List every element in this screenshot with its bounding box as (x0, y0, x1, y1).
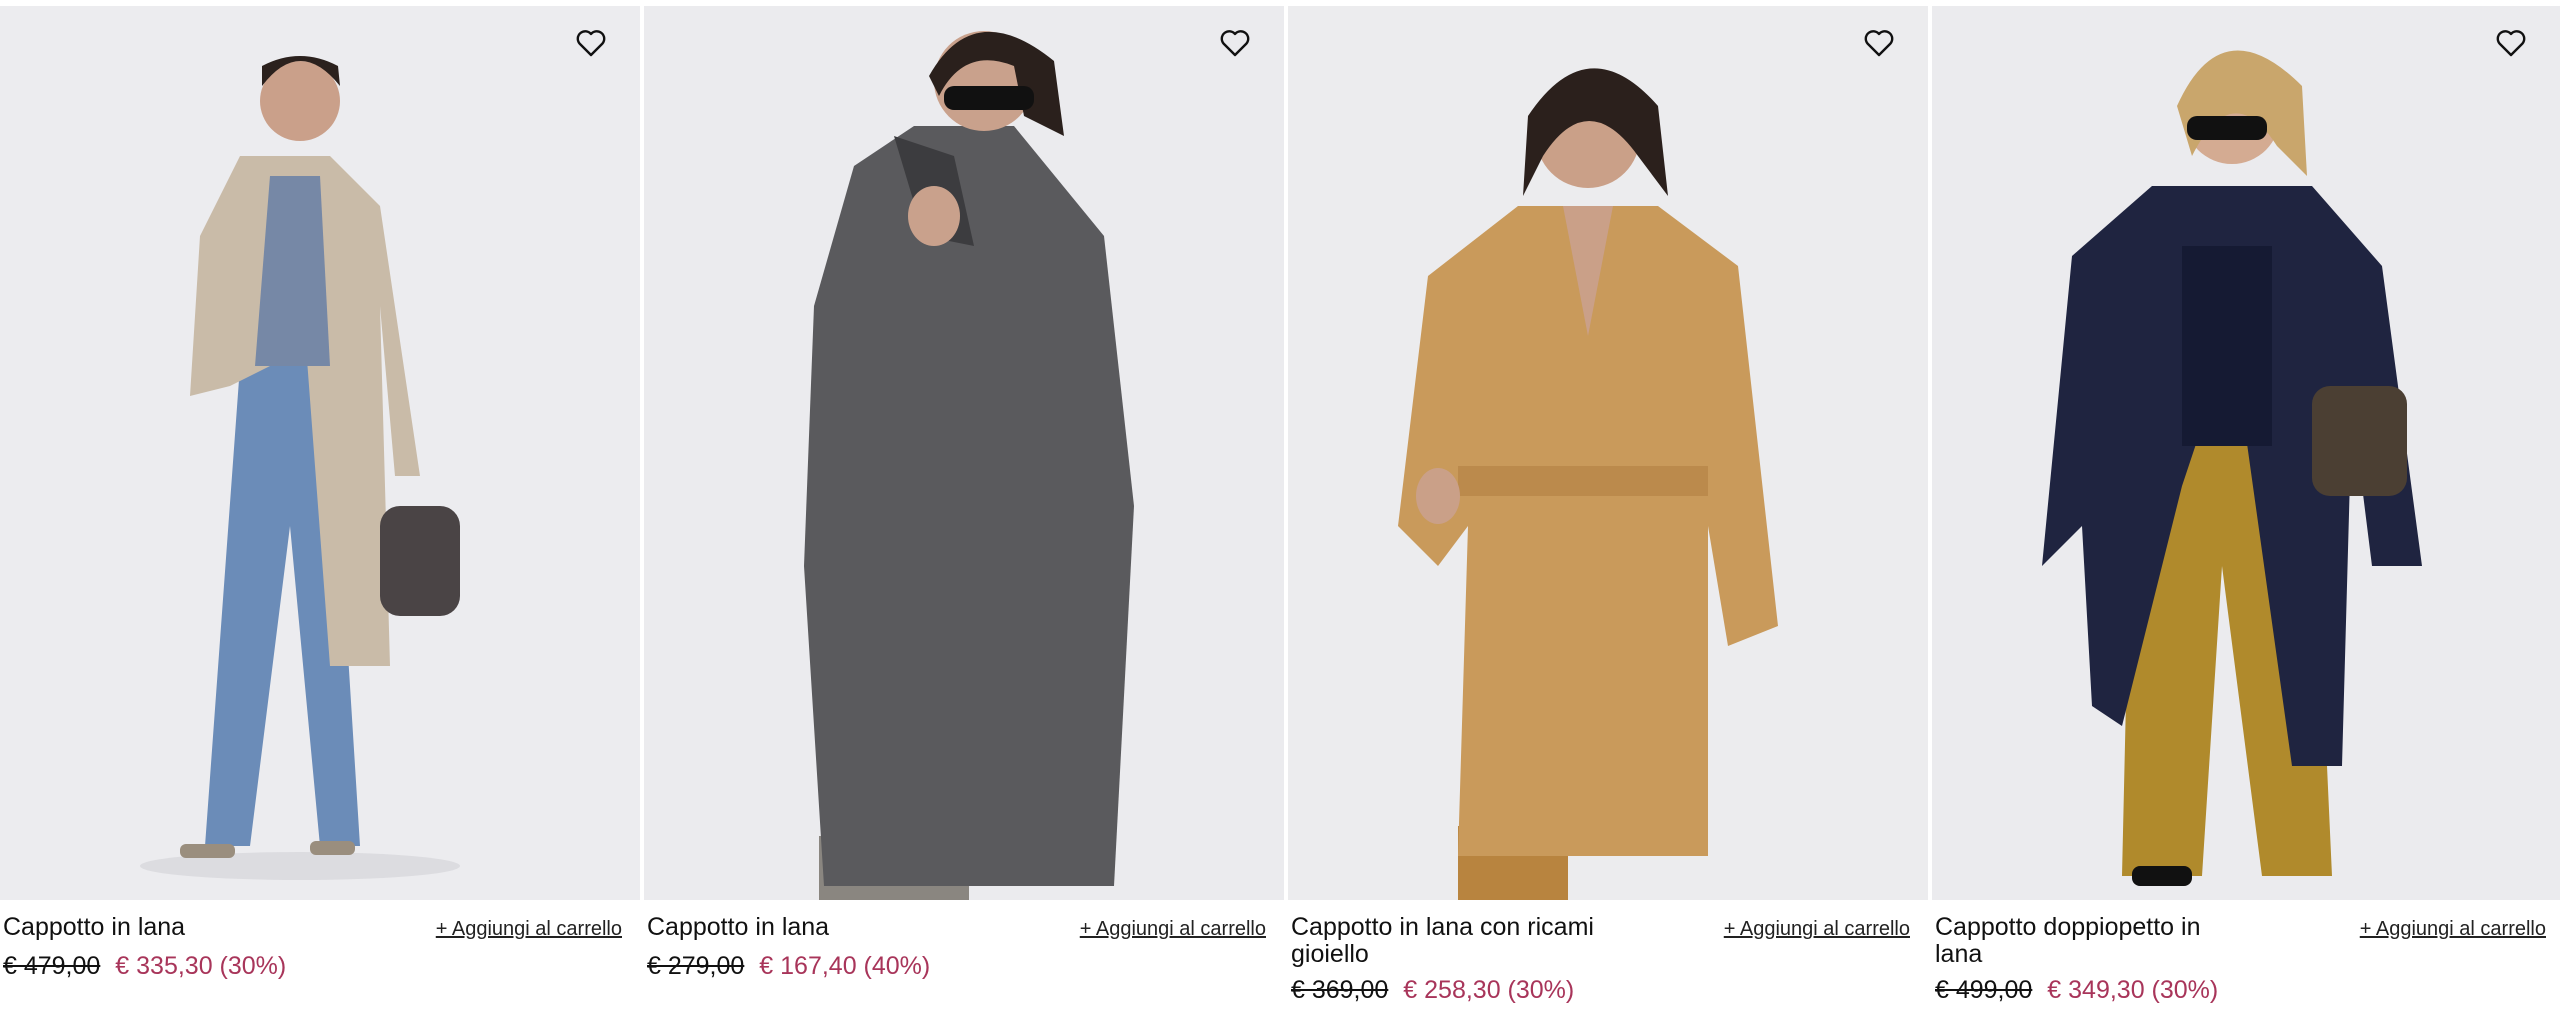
product-title[interactable]: Cappotto in lana (3, 914, 343, 941)
favorite-button[interactable] (2494, 26, 2528, 60)
original-price: € 479,00 (3, 952, 101, 980)
product-image[interactable] (644, 6, 1284, 900)
product-card[interactable]: Cappotto doppiopetto in lana + Aggiungi … (1932, 6, 2560, 1016)
favorite-button[interactable] (574, 26, 608, 60)
price-row: € 369,00 € 258,30 (30%) (1291, 976, 1574, 1005)
product-card[interactable]: Cappotto in lana + Aggiungi al carrello … (0, 6, 640, 1016)
heart-outline-icon (2496, 30, 2526, 57)
product-grid: Cappotto in lana + Aggiungi al carrello … (0, 6, 2560, 1016)
original-price: € 499,00 (1935, 976, 2033, 1004)
price-row: € 499,00 € 349,30 (30%) (1935, 976, 2218, 1005)
product-photo (1932, 6, 2560, 900)
sale-price: € 335,30 (30%) (115, 952, 287, 980)
product-photo (0, 6, 640, 900)
original-price: € 369,00 (1291, 976, 1389, 1004)
original-price: € 279,00 (647, 952, 745, 980)
product-title[interactable]: Cappotto in lana (647, 914, 987, 941)
heart-outline-icon (1220, 30, 1250, 57)
product-image[interactable] (0, 6, 640, 900)
product-title[interactable]: Cappotto doppiopetto in lana (1935, 914, 2235, 968)
add-to-cart-link[interactable]: + Aggiungi al carrello (1724, 918, 1910, 941)
heart-outline-icon (576, 30, 606, 57)
product-card[interactable]: Cappotto in lana con ricami gioiello + A… (1288, 6, 1928, 1016)
product-image[interactable] (1932, 6, 2560, 900)
sale-price: € 258,30 (30%) (1403, 976, 1575, 1004)
sale-price: € 167,40 (40%) (759, 952, 931, 980)
product-photo (644, 6, 1284, 900)
product-card[interactable]: Cappotto in lana + Aggiungi al carrello … (644, 6, 1284, 1016)
add-to-cart-link[interactable]: + Aggiungi al carrello (1080, 918, 1266, 941)
add-to-cart-link[interactable]: + Aggiungi al carrello (436, 918, 622, 941)
favorite-button[interactable] (1862, 26, 1896, 60)
product-photo (1288, 6, 1928, 900)
price-row: € 479,00 € 335,30 (30%) (3, 952, 286, 981)
product-title[interactable]: Cappotto in lana con ricami gioiello (1291, 914, 1631, 968)
favorite-button[interactable] (1218, 26, 1252, 60)
heart-outline-icon (1864, 30, 1894, 57)
product-image[interactable] (1288, 6, 1928, 900)
price-row: € 279,00 € 167,40 (40%) (647, 952, 930, 981)
add-to-cart-link[interactable]: + Aggiungi al carrello (2360, 918, 2546, 941)
sale-price: € 349,30 (30%) (2047, 976, 2219, 1004)
